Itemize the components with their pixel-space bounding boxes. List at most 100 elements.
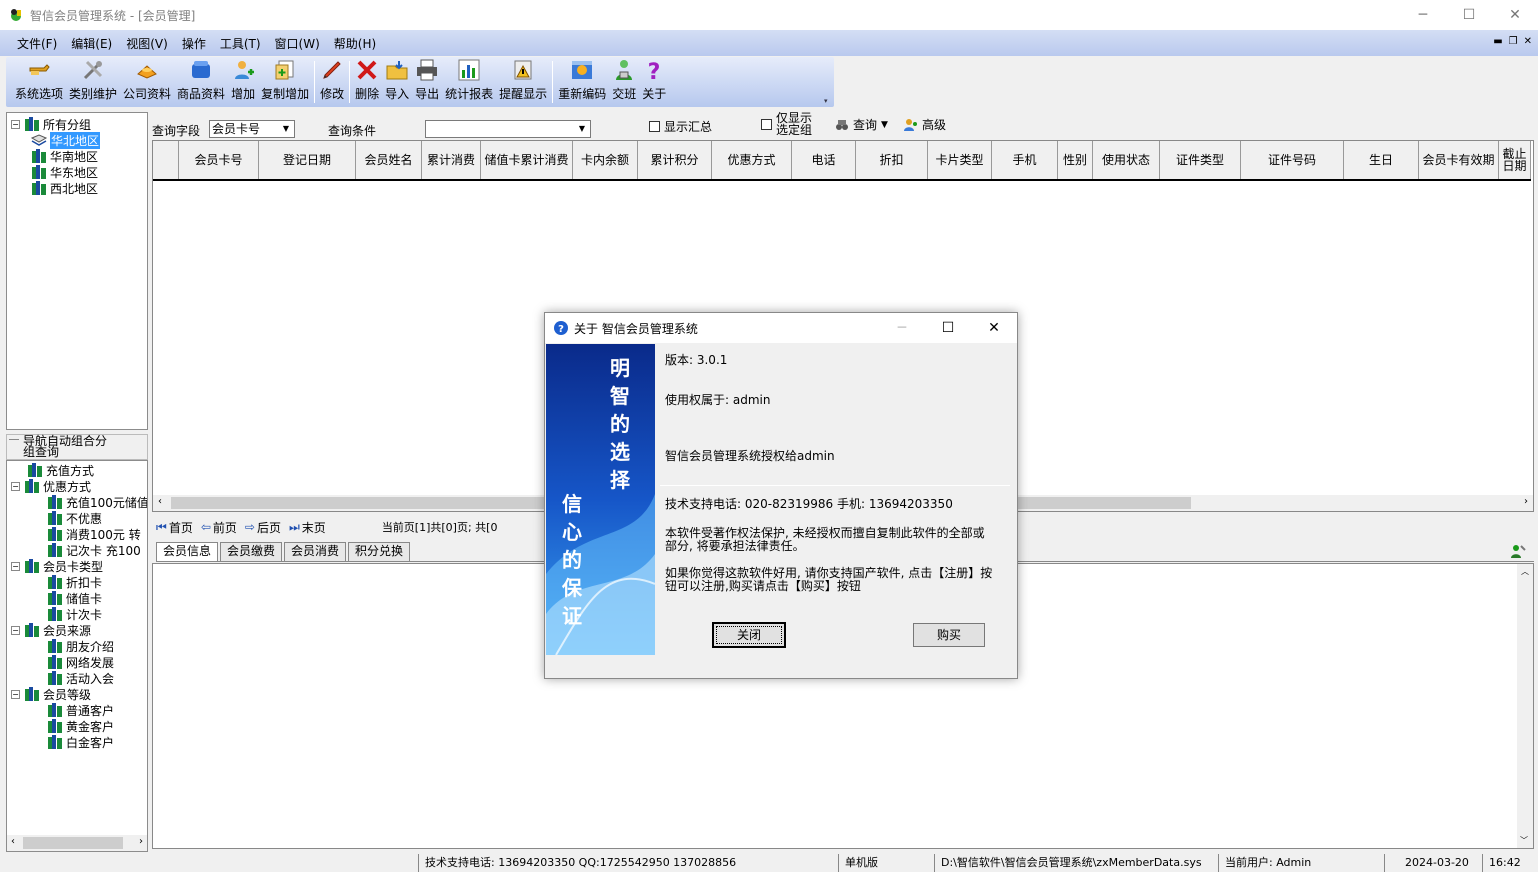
tree-node-item[interactable]: 计次卡 bbox=[47, 606, 102, 622]
reminder-display-button[interactable]: 提醒显示 bbox=[496, 57, 550, 107]
collapse-icon[interactable]: − bbox=[11, 119, 20, 129]
tree-node-item[interactable]: 网络发展 bbox=[47, 654, 114, 670]
tree-node-group[interactable]: 充值方式 bbox=[27, 462, 94, 478]
scroll-thumb[interactable] bbox=[23, 837, 123, 849]
column-header[interactable]: 登记日期 bbox=[259, 141, 356, 179]
category-maintain-button[interactable]: 类别维护 bbox=[66, 57, 120, 107]
column-header-expiry-date[interactable]: 截止 日期 bbox=[1499, 141, 1531, 179]
toolbar-overflow-icon[interactable]: ▾ bbox=[824, 97, 832, 105]
collapse-icon[interactable]: − bbox=[11, 481, 20, 491]
menu-operate[interactable]: 操作 bbox=[175, 35, 213, 52]
tree-node-region[interactable]: 华北地区 bbox=[31, 131, 101, 149]
system-options-button[interactable]: 系统选项 bbox=[12, 57, 66, 107]
collapse-icon[interactable]: − bbox=[11, 625, 20, 635]
prev-page-button[interactable]: ⇦ 前页 bbox=[201, 519, 237, 536]
column-header[interactable]: 电话 bbox=[792, 141, 856, 179]
column-header[interactable]: 使用状态 bbox=[1093, 141, 1160, 179]
dialog-maximize-button[interactable]: ☐ bbox=[925, 313, 971, 343]
scroll-up-icon[interactable]: ︿ bbox=[1517, 566, 1533, 577]
menu-view[interactable]: 视图(V) bbox=[119, 35, 175, 52]
tab-points-exchange[interactable]: 积分兑换 bbox=[348, 542, 411, 561]
add-button[interactable]: 增加 bbox=[228, 57, 258, 107]
menu-tools[interactable]: 工具(T) bbox=[213, 35, 268, 52]
settings-users-icon[interactable] bbox=[1510, 543, 1526, 559]
advanced-search-button[interactable]: 高级 bbox=[904, 116, 946, 133]
tree-node-item[interactable]: 普通客户 bbox=[47, 702, 114, 718]
column-header[interactable]: 储值卡累计消费 bbox=[481, 141, 573, 179]
about-button[interactable]: ? 关于 bbox=[639, 57, 669, 107]
only-selected-group-checkbox[interactable]: 仅显示 选定组 bbox=[761, 112, 812, 136]
last-page-button[interactable]: ⏭ 末页 bbox=[289, 519, 326, 536]
close-dialog-button[interactable]: 关闭 bbox=[712, 622, 786, 648]
tree-node-item[interactable]: 消费100元 转 bbox=[47, 526, 141, 542]
query-field-select[interactable]: 会员卡号 ▼ bbox=[209, 120, 295, 138]
tree-node-item[interactable]: 白金客户 bbox=[47, 734, 114, 750]
copy-add-button[interactable]: 复制增加 bbox=[258, 57, 312, 107]
scroll-right-icon[interactable]: › bbox=[139, 836, 143, 847]
column-header[interactable]: 折扣 bbox=[856, 141, 928, 179]
first-page-button[interactable]: ⏮ 首页 bbox=[156, 519, 193, 536]
menu-file[interactable]: 文件(F) bbox=[10, 35, 64, 52]
tree-node-region[interactable]: 西北地区 bbox=[31, 180, 98, 196]
column-header[interactable]: 优惠方式 bbox=[712, 141, 792, 179]
mdi-minimize-icon[interactable]: ▬ bbox=[1493, 36, 1502, 47]
tree-node-region[interactable]: 华东地区 bbox=[31, 164, 98, 180]
scroll-left-icon[interactable]: ‹ bbox=[11, 836, 15, 847]
tree-node-region[interactable]: 华南地区 bbox=[31, 148, 98, 164]
tree-node-item[interactable]: 朋友介绍 bbox=[47, 638, 114, 654]
tree-hscrollbar[interactable]: ‹ › bbox=[7, 835, 147, 851]
nav-auto-group-header[interactable]: 导航自动组合分 组查询 bbox=[6, 434, 148, 460]
collapse-icon[interactable]: − bbox=[11, 561, 20, 571]
tree-node-item[interactable]: 不优惠 bbox=[47, 510, 102, 526]
column-header[interactable]: 卡片类型 bbox=[928, 141, 992, 179]
recode-button[interactable]: 重新编码 bbox=[555, 57, 609, 107]
column-header[interactable]: 会员姓名 bbox=[356, 141, 422, 179]
goods-info-button[interactable]: 商品资料 bbox=[174, 57, 228, 107]
scroll-right-icon[interactable]: › bbox=[1524, 496, 1528, 507]
column-header[interactable]: 会员卡有效期 bbox=[1419, 141, 1499, 179]
column-header[interactable]: 性别 bbox=[1058, 141, 1093, 179]
shift-change-button[interactable]: 交班 bbox=[609, 57, 639, 107]
edit-button[interactable]: 修改 bbox=[317, 57, 347, 107]
export-button[interactable]: 导出 bbox=[412, 57, 442, 107]
tree-node-item[interactable]: 活动入会 bbox=[47, 670, 114, 686]
tree-node-group[interactable]: − 会员等级 bbox=[11, 686, 91, 702]
tree-node-root[interactable]: − 所有分组 bbox=[11, 116, 91, 132]
buy-button[interactable]: 购买 bbox=[913, 623, 985, 647]
search-button[interactable]: 查询 ▼ bbox=[835, 116, 888, 133]
dropdown-arrow-icon[interactable]: ▼ bbox=[881, 120, 888, 130]
company-info-button[interactable]: 公司资料 bbox=[120, 57, 174, 107]
tree-node-item[interactable]: 记次卡 充100 bbox=[47, 542, 141, 558]
tree-node-group[interactable]: − 优惠方式 bbox=[11, 478, 91, 494]
scroll-down-icon[interactable]: ﹀ bbox=[1520, 835, 1528, 846]
column-header[interactable]: 手机 bbox=[992, 141, 1058, 179]
dropdown-arrow-icon[interactable]: ▼ bbox=[279, 122, 293, 136]
column-header[interactable]: 卡内余额 bbox=[573, 141, 638, 179]
maximize-button[interactable]: ☐ bbox=[1446, 0, 1492, 30]
show-summary-checkbox[interactable]: 显示汇总 bbox=[649, 118, 712, 135]
import-button[interactable]: 导入 bbox=[382, 57, 412, 107]
column-header[interactable]: 证件号码 bbox=[1241, 141, 1344, 179]
tree-node-group[interactable]: − 会员卡类型 bbox=[11, 558, 103, 574]
scroll-left-icon[interactable]: ‹ bbox=[158, 496, 162, 507]
mdi-restore-icon[interactable]: ❐ bbox=[1509, 36, 1518, 47]
checkbox-icon[interactable] bbox=[649, 121, 660, 132]
minimize-button[interactable]: ─ bbox=[1400, 0, 1446, 30]
menu-help[interactable]: 帮助(H) bbox=[327, 35, 383, 52]
tab-member-payment[interactable]: 会员缴费 bbox=[220, 542, 283, 561]
mdi-close-icon[interactable]: ✕ bbox=[1524, 36, 1532, 47]
stats-report-button[interactable]: 统计报表 bbox=[442, 57, 496, 107]
collapse-icon[interactable]: − bbox=[11, 689, 20, 699]
column-header[interactable]: 生日 bbox=[1344, 141, 1419, 179]
tree-node-item[interactable]: 充值100元储值 bbox=[47, 494, 147, 510]
next-page-button[interactable]: ⇨ 后页 bbox=[245, 519, 281, 536]
menu-edit[interactable]: 编辑(E) bbox=[64, 35, 119, 52]
tree-node-item[interactable]: 黄金客户 bbox=[47, 718, 114, 734]
tab-member-info[interactable]: 会员信息 bbox=[156, 542, 219, 561]
collapse-icon[interactable] bbox=[9, 439, 19, 440]
tree-node-item[interactable]: 折扣卡 bbox=[47, 574, 102, 590]
dropdown-arrow-icon[interactable]: ▼ bbox=[575, 122, 589, 136]
delete-button[interactable]: 删除 bbox=[352, 57, 382, 107]
tree-node-item[interactable]: 储值卡 bbox=[47, 590, 102, 606]
tree-node-group[interactable]: − 会员来源 bbox=[11, 622, 91, 638]
